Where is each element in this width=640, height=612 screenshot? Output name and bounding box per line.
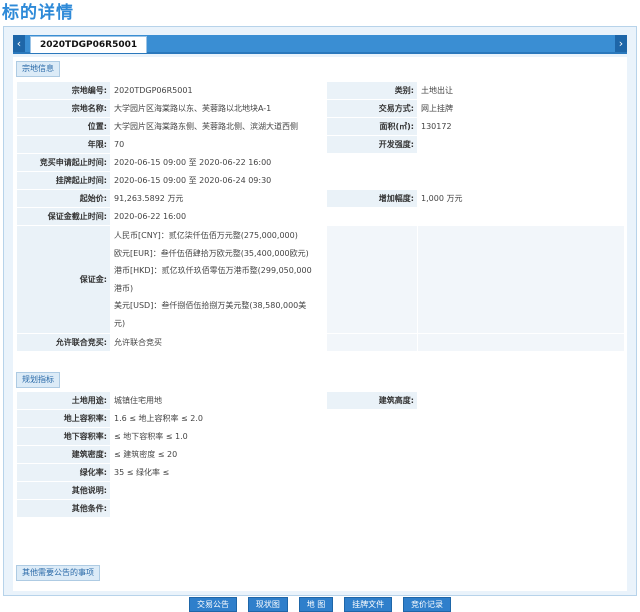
start-price-value: 91,263.5892 万元 — [110, 189, 327, 208]
table-row: 位置: 大学园片区海棠路东侧、芙蓉路北侧、滨湖大道西侧 面积(㎡): 13017… — [16, 117, 625, 136]
increment-value: 1,000 万元 — [417, 189, 625, 208]
other-notes-value — [110, 481, 625, 500]
table-row: 挂牌起止时间: 2020-06-15 09:00 至 2020-06-24 09… — [16, 171, 625, 190]
deposit-hkd-cont: 港币) — [114, 283, 134, 293]
far-below-label: 地下容积率: — [16, 427, 111, 446]
tab-bar: ‹ 2020TDGP06R5001 › — [13, 35, 627, 54]
parcel-no-label: 宗地编号: — [16, 81, 111, 100]
start-price-label: 起始价: — [16, 189, 111, 208]
location-label: 位置: — [16, 117, 111, 136]
deposit-eur: 欧元[EUR]：叁仟伍佰肆拾万欧元整(35,400,000欧元) — [114, 248, 309, 258]
table-row: 竞买申请起止时间: 2020-06-15 09:00 至 2020-06-22 … — [16, 153, 625, 172]
far-above-value: 1.6 ≤ 地上容积率 ≤ 2.0 — [110, 409, 625, 428]
status-map-button[interactable]: 现状图 — [247, 597, 288, 612]
table-row: 保证金: 人民币[CNY]：贰亿柒仟伍佰万元整(275,000,000) 欧元[… — [16, 225, 625, 334]
empty-cell — [417, 225, 625, 334]
table-row: 保证金截止时间: 2020-06-22 16:00 — [16, 207, 625, 226]
dev-intensity-value — [417, 135, 625, 154]
table-row: 年限: 70 开发强度: — [16, 135, 625, 154]
table-row: 地下容积率: ≤ 地下容积率 ≤ 1.0 — [16, 427, 625, 446]
parcel-no-value: 2020TDGP06R5001 — [110, 81, 327, 100]
term-value: 70 — [110, 135, 327, 154]
section-other-matters: 其他需要公告的事项 — [16, 565, 100, 581]
parcel-table: 宗地编号: 2020TDGP06R5001 类别: 土地出让 宗地名称: 大学园… — [16, 81, 625, 352]
listing-file-button[interactable]: 挂牌文件 — [344, 597, 393, 612]
detail-content: 宗地信息 宗地编号: 2020TDGP06R5001 类别: 土地出让 宗地名称… — [13, 57, 627, 612]
other-conditions-value — [110, 499, 625, 518]
other-notes-label: 其他说明: — [16, 481, 111, 500]
deposit-cny: 人民币[CNY]：贰亿柒仟伍佰万元整(275,000,000) — [114, 231, 298, 240]
table-row: 土地用途: 城镇住宅用地 建筑高度: — [16, 391, 625, 410]
chevron-right-icon[interactable]: › — [615, 35, 627, 52]
category-label: 类别: — [326, 81, 418, 100]
action-buttons: 交易公告 现状图 地 图 挂牌文件 竞价记录 — [13, 597, 627, 612]
location-value: 大学园片区海棠路东侧、芙蓉路北侧、滨湖大道西侧 — [110, 117, 327, 136]
apply-time-label: 竞买申请起止时间: — [16, 153, 111, 172]
tab-parcel-code[interactable]: 2020TDGP06R5001 — [30, 36, 148, 53]
empty-cell — [326, 333, 418, 352]
table-row: 地上容积率: 1.6 ≤ 地上容积率 ≤ 2.0 — [16, 409, 625, 428]
empty-cell — [417, 333, 625, 352]
listing-time-label: 挂牌起止时间: — [16, 171, 111, 190]
land-use-label: 土地用途: — [16, 391, 111, 410]
trade-method-label: 交易方式: — [326, 99, 418, 118]
planning-table: 土地用途: 城镇住宅用地 建筑高度: 地上容积率: 1.6 ≤ 地上容积率 ≤ … — [16, 391, 625, 518]
deposit-label: 保证金: — [16, 225, 111, 334]
building-height-value — [417, 391, 625, 410]
apply-time-value: 2020-06-15 09:00 至 2020-06-22 16:00 — [110, 153, 625, 172]
far-above-label: 地上容积率: — [16, 409, 111, 428]
category-value: 土地出让 — [417, 81, 625, 100]
green-rate-label: 绿化率: — [16, 463, 111, 482]
area-label: 面积(㎡): — [326, 117, 418, 136]
trade-notice-button[interactable]: 交易公告 — [188, 597, 237, 612]
detail-panel: ‹ 2020TDGP06R5001 › 宗地信息 宗地编号: 2020TDGP0… — [3, 26, 637, 612]
building-density-label: 建筑密度: — [16, 445, 111, 464]
deposit-deadline-value: 2020-06-22 16:00 — [110, 207, 625, 226]
table-row: 其他条件: — [16, 499, 625, 518]
trade-method-value: 网上挂牌 — [417, 99, 625, 118]
table-row: 建筑密度: ≤ 建筑密度 ≤ 20 — [16, 445, 625, 464]
other-conditions-label: 其他条件: — [16, 499, 111, 518]
deposit-usd-cont: 元) — [114, 318, 126, 328]
section-planning: 规划指标 — [16, 372, 60, 388]
land-use-value: 城镇住宅用地 — [110, 391, 327, 410]
area-value: 130172 — [417, 117, 625, 136]
listing-time-value: 2020-06-15 09:00 至 2020-06-24 09:30 — [110, 171, 625, 190]
chevron-left-icon[interactable]: ‹ — [13, 35, 25, 52]
empty-cell — [326, 225, 418, 334]
deposit-value: 人民币[CNY]：贰亿柒仟伍佰万元整(275,000,000) 欧元[EUR]：… — [110, 225, 327, 334]
deposit-usd: 美元[USD]：叁仟捌佰伍拾捌万美元整(38,580,000美 — [114, 301, 307, 310]
table-row: 宗地编号: 2020TDGP06R5001 类别: 土地出让 — [16, 81, 625, 100]
increment-label: 增加幅度: — [326, 189, 418, 208]
table-row: 允许联合竞买: 允许联合竞买 — [16, 333, 625, 352]
map-button[interactable]: 地 图 — [298, 597, 334, 612]
bid-record-button[interactable]: 竞价记录 — [403, 597, 452, 612]
building-density-value: ≤ 建筑密度 ≤ 20 — [110, 445, 625, 464]
page-title: 标的详情 — [2, 3, 74, 23]
far-below-value: ≤ 地下容积率 ≤ 1.0 — [110, 427, 625, 446]
table-row: 其他说明: — [16, 481, 625, 500]
table-row: 宗地名称: 大学园片区海棠路以东、芙蓉路以北地块A-1 交易方式: 网上挂牌 — [16, 99, 625, 118]
parcel-name-label: 宗地名称: — [16, 99, 111, 118]
deposit-deadline-label: 保证金截止时间: — [16, 207, 111, 226]
joint-bid-label: 允许联合竞买: — [16, 333, 111, 352]
green-rate-value: 35 ≤ 绿化率 ≤ — [110, 463, 625, 482]
parcel-name-value: 大学园片区海棠路以东、芙蓉路以北地块A-1 — [110, 99, 327, 118]
section-parcel-info: 宗地信息 — [16, 61, 60, 77]
joint-bid-value: 允许联合竞买 — [110, 333, 327, 352]
building-height-label: 建筑高度: — [326, 391, 418, 410]
dev-intensity-label: 开发强度: — [326, 135, 418, 154]
term-label: 年限: — [16, 135, 111, 154]
deposit-hkd: 港币[HKD]：贰亿玖仟玖佰零伍万港币整(299,050,000 — [114, 266, 312, 275]
table-row: 起始价: 91,263.5892 万元 增加幅度: 1,000 万元 — [16, 189, 625, 208]
table-row: 绿化率: 35 ≤ 绿化率 ≤ — [16, 463, 625, 482]
